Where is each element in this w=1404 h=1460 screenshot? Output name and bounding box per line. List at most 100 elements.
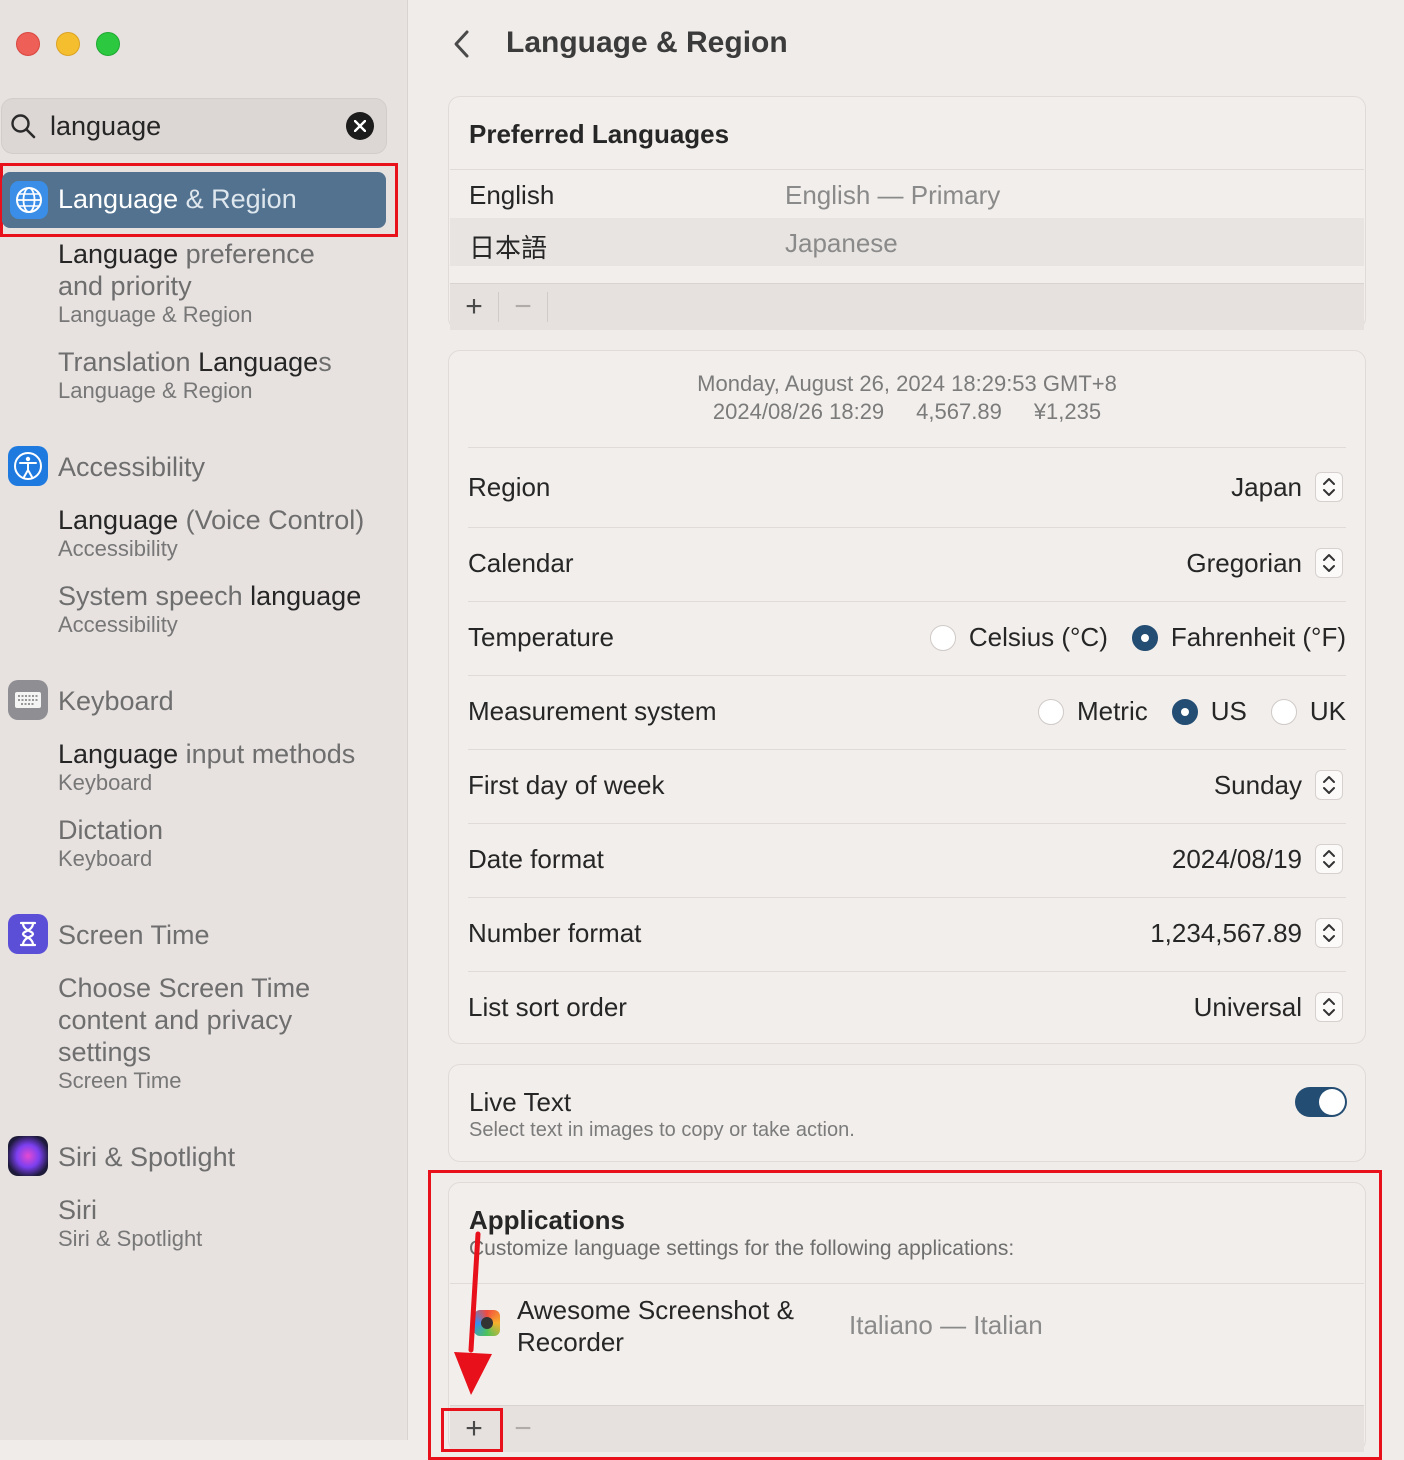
metric-option[interactable]: Metric [1037, 696, 1148, 727]
result-language-preference[interactable]: Language preference and priority [58, 238, 358, 302]
language-name: 日本語 [469, 233, 548, 263]
sort-order-value[interactable]: Universal [1194, 992, 1302, 1023]
option-label: US [1210, 696, 1247, 726]
radio-button[interactable] [929, 624, 956, 651]
number-format-value[interactable]: 1,234,567.89 [1150, 918, 1302, 949]
language-desc: English — Primary [785, 180, 1001, 210]
remove-language-button[interactable]: − [499, 284, 547, 330]
result-translation-languages[interactable]: Translation Languages [58, 346, 332, 378]
annotation-highlight-applications [428, 1170, 1382, 1460]
add-language-button[interactable]: + [450, 284, 498, 330]
region-value[interactable]: Japan [1231, 472, 1302, 503]
celsius-option[interactable]: Celsius (°C) [929, 622, 1108, 653]
date-format-value[interactable]: 2024/08/19 [1172, 844, 1302, 875]
category-siri-spotlight[interactable]: Siri & Spotlight [58, 1142, 235, 1173]
region-row[interactable]: Region Japan [468, 447, 1346, 528]
toolbar-divider [547, 292, 548, 322]
live-text-desc: Select text in images to copy or take ac… [469, 1119, 855, 1141]
updown-chevron-icon [1323, 478, 1335, 496]
result-system-speech-language[interactable]: System speech language [58, 580, 361, 612]
accessibility-icon [8, 446, 48, 486]
language-desc: Japanese [785, 228, 898, 258]
clear-search-icon[interactable] [346, 112, 374, 140]
category-screen-time[interactable]: Screen Time [58, 920, 210, 951]
number-format-stepper[interactable] [1315, 918, 1343, 948]
zoom-window-button[interactable] [96, 32, 120, 56]
format-preview-line2: 2024/08/26 18:29 4,567.89 ¥1,235 [449, 399, 1365, 425]
region-settings-card: Monday, August 26, 2024 18:29:53 GMT+8 2… [448, 350, 1366, 1044]
preferred-languages-card: Preferred Languages English English — Pr… [448, 96, 1366, 330]
us-option[interactable]: US [1171, 696, 1247, 727]
temperature-radio-group: Celsius (°C) Fahrenheit (°F) [906, 622, 1346, 653]
preview-number: 4,567.89 [916, 399, 1002, 424]
preview-currency: ¥1,235 [1033, 399, 1102, 424]
result-siri[interactable]: Siri [58, 1194, 97, 1226]
date-format-stepper[interactable] [1315, 844, 1343, 874]
close-window-button[interactable] [16, 32, 40, 56]
globe-icon [10, 181, 48, 219]
result-subtitle: Language & Region [58, 302, 253, 327]
result-language-input-methods[interactable]: Language input methods [58, 738, 355, 770]
option-label: Metric [1076, 696, 1148, 726]
uk-option[interactable]: UK [1270, 696, 1346, 727]
first-day-stepper[interactable] [1315, 770, 1343, 800]
live-text-title: Live Text [469, 1087, 572, 1117]
calendar-stepper[interactable] [1315, 548, 1343, 578]
category-accessibility[interactable]: Accessibility [58, 452, 205, 483]
updown-chevron-icon [1323, 776, 1335, 794]
category-keyboard[interactable]: Keyboard [58, 686, 174, 717]
radio-button[interactable] [1037, 698, 1064, 725]
result-dictation[interactable]: Dictation [58, 814, 163, 846]
language-name: English [469, 180, 555, 210]
result-subtitle: Screen Time [58, 1068, 182, 1093]
languages-toolbar: + − [450, 283, 1364, 330]
number-format-row[interactable]: Number format 1,234,567.89 [468, 897, 1346, 972]
radio-button-selected[interactable] [1131, 624, 1158, 651]
updown-chevron-icon [1323, 998, 1335, 1016]
radio-button[interactable] [1270, 698, 1297, 725]
date-format-label: Date format [468, 844, 604, 874]
option-label: UK [1309, 696, 1346, 726]
result-subtitle: Accessibility [58, 612, 178, 637]
keyboard-icon [8, 680, 48, 720]
live-text-toggle[interactable] [1295, 1087, 1347, 1117]
result-subtitle: Keyboard [58, 770, 153, 795]
back-chevron-icon[interactable] [448, 26, 478, 62]
number-format-label: Number format [468, 918, 642, 948]
search-input[interactable] [50, 109, 330, 143]
first-day-value[interactable]: Sunday [1214, 770, 1302, 801]
date-format-row[interactable]: Date format 2024/08/19 [468, 823, 1346, 898]
first-day-label: First day of week [468, 770, 665, 800]
sort-order-stepper[interactable] [1315, 992, 1343, 1022]
region-stepper[interactable] [1315, 472, 1343, 502]
first-day-row[interactable]: First day of week Sunday [468, 749, 1346, 824]
result-language-voice-control[interactable]: Language (Voice Control) [58, 504, 364, 536]
search-field[interactable] [1, 98, 387, 154]
calendar-row[interactable]: Calendar Gregorian [468, 527, 1346, 602]
calendar-value[interactable]: Gregorian [1186, 548, 1302, 579]
sort-order-row[interactable]: List sort order Universal [468, 971, 1346, 1044]
temperature-row: Temperature Celsius (°C) Fahrenheit (°F) [468, 601, 1346, 676]
fahrenheit-option[interactable]: Fahrenheit (°F) [1131, 622, 1346, 653]
search-icon [11, 114, 36, 139]
preview-date: 2024/08/26 18:29 [712, 399, 885, 424]
hourglass-icon [8, 914, 48, 954]
minimize-window-button[interactable] [56, 32, 80, 56]
sidebar-item-language-region[interactable]: Language & Region [2, 172, 386, 228]
result-subtitle: Siri & Spotlight [58, 1226, 203, 1251]
result-subtitle: Keyboard [58, 846, 153, 871]
language-row[interactable]: English English — Primary [450, 169, 1364, 218]
language-row[interactable]: 日本語 Japanese [450, 218, 1364, 266]
live-text-card: Live Text Select text in images to copy … [448, 1064, 1366, 1162]
result-subtitle: Accessibility [58, 536, 178, 561]
temperature-label: Temperature [468, 622, 614, 652]
result-choose-screen-time[interactable]: Choose Screen Time content and privacy s… [58, 972, 358, 1068]
option-label: Fahrenheit (°F) [1170, 622, 1346, 652]
result-subtitle: Language & Region [58, 378, 253, 403]
radio-button-selected[interactable] [1171, 698, 1198, 725]
sidebar: Language & Region Language preference an… [0, 0, 408, 1440]
calendar-label: Calendar [468, 548, 574, 578]
option-label: Celsius (°C) [968, 622, 1108, 652]
sidebar-item-label: Language & Region [58, 184, 297, 214]
measurement-radio-group: Metric US UK [1014, 696, 1346, 727]
